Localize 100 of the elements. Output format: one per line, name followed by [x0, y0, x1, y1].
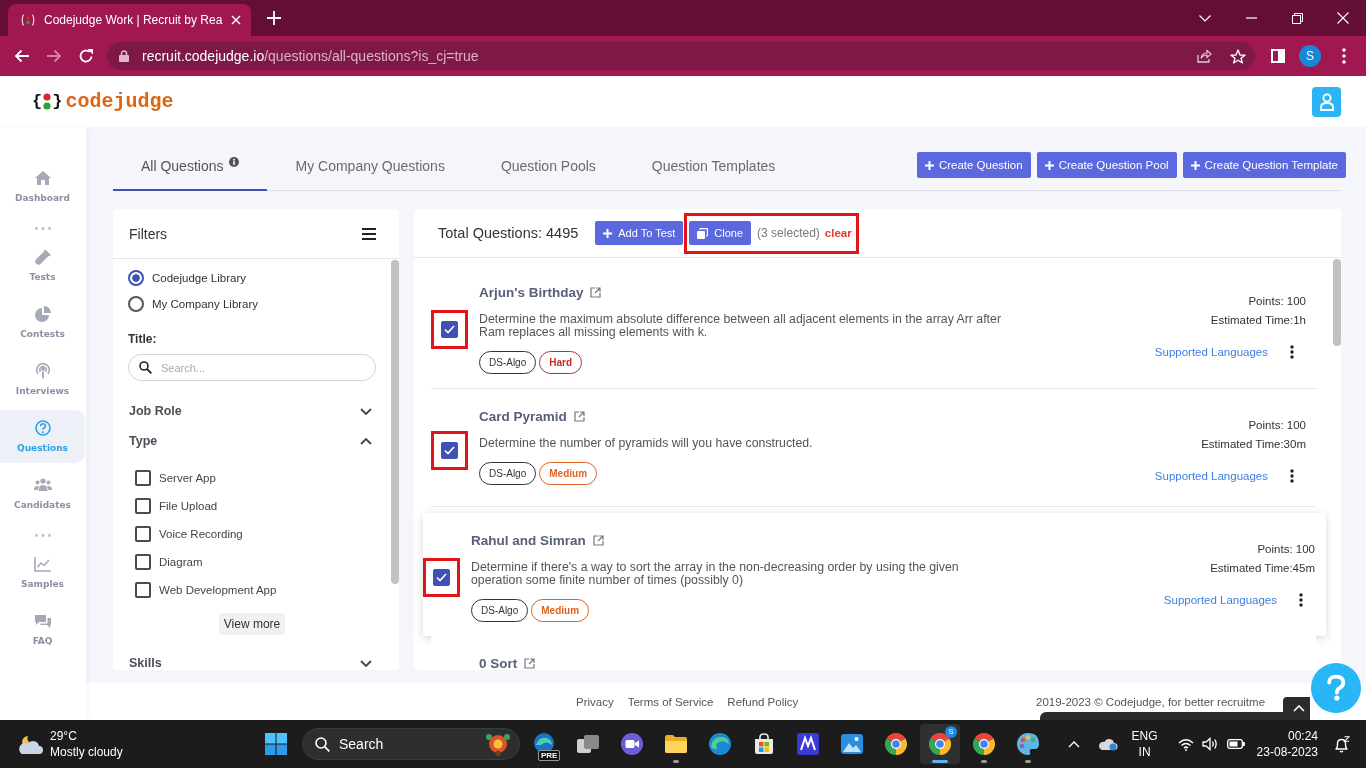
checkbox-label[interactable]: Server App [159, 472, 216, 484]
radio-label[interactable]: Codejudge Library [152, 272, 246, 284]
sidebar-item[interactable]: Contests [0, 296, 85, 349]
chevron-down-icon [360, 407, 372, 415]
close-icon[interactable] [231, 15, 242, 25]
share-icon[interactable] [1197, 49, 1212, 63]
clone-button[interactable]: Clone [689, 221, 752, 245]
search-field[interactable]: Search... [128, 354, 376, 381]
caret-up-icon[interactable] [1067, 740, 1080, 748]
more-icon[interactable] [1290, 344, 1294, 359]
filter-section-toggle[interactable]: Job Role [128, 397, 376, 425]
scrollbar[interactable] [1333, 259, 1341, 346]
supported-languages-link[interactable]: Supported Languages [1163, 593, 1277, 606]
reload-icon[interactable] [78, 48, 94, 64]
question-title[interactable]: Arjun's Birthday [479, 284, 584, 300]
question-title[interactable]: Card Pyramid [479, 408, 567, 424]
points-text: Points: 100 [1248, 294, 1306, 309]
weather-condition[interactable]: Mostly cloudy [50, 744, 123, 760]
supported-languages-link[interactable]: Supported Languages [1154, 469, 1268, 482]
menu-icon[interactable] [362, 227, 376, 240]
create-button[interactable]: Create Question Template [1182, 152, 1346, 178]
sidebar-item[interactable]: Dashboard [0, 160, 85, 213]
external-link-icon[interactable] [524, 657, 536, 669]
weather-icon[interactable] [16, 733, 44, 755]
supported-languages-link[interactable]: Supported Languages [1154, 345, 1268, 358]
checkbox-label[interactable]: File Upload [159, 500, 218, 512]
sidebar-item[interactable]: Samples [0, 546, 85, 599]
checkbox[interactable] [135, 554, 151, 570]
checkbox-label[interactable]: Web Development App [159, 584, 277, 596]
tab[interactable]: All Questions [113, 140, 268, 191]
speaker-icon[interactable] [1201, 737, 1218, 751]
question-title[interactable]: Rahul and Simran [471, 532, 586, 548]
footer-link[interactable]: Privacy [576, 695, 614, 708]
cloud-sync-icon[interactable] [1097, 737, 1118, 751]
add-to-test-button[interactable]: Add To Test [595, 221, 684, 245]
external-link-icon[interactable] [592, 534, 604, 546]
sidebar-item[interactable]: Tests [0, 239, 85, 292]
taskbar-search[interactable]: Search [302, 728, 520, 760]
new-tab-icon[interactable] [267, 11, 282, 25]
more-icon[interactable] [1342, 48, 1346, 64]
minimize-icon[interactable] [1245, 17, 1257, 19]
tab[interactable]: Question Pools [472, 140, 624, 191]
footer-link[interactable]: Terms of Service [627, 695, 714, 708]
checkbox[interactable] [441, 441, 458, 459]
sidebar-item[interactable]: Candidates [0, 467, 85, 520]
checkbox-label[interactable]: Voice Recording [159, 528, 243, 540]
temperature[interactable]: 29°C [50, 728, 123, 744]
external-link-icon[interactable] [573, 410, 585, 422]
checkbox[interactable] [135, 526, 151, 542]
view-more-button[interactable]: View more [218, 613, 286, 635]
checkbox[interactable] [433, 568, 450, 586]
address-bar[interactable]: recruit.codejudge.io/questions/all-questions?is_cj=true [107, 42, 1255, 70]
video-call-icon [620, 732, 644, 756]
question-description: Determine if there's a way to sort the array in the non-decreasing order by using the given operation some finite number of times (possibly 0) [471, 561, 960, 587]
taskbar-app[interactable]: S [920, 724, 960, 764]
sidebar-item[interactable]: FAQ [0, 603, 85, 656]
checkbox-label[interactable]: Diagram [159, 556, 203, 568]
copy-icon [697, 227, 709, 239]
total-questions: Total Questions: 4495 [438, 225, 579, 241]
windows-start-icon[interactable] [265, 733, 287, 755]
battery-icon[interactable] [1226, 739, 1245, 749]
back-icon[interactable] [14, 49, 30, 63]
url-host: recruit.codejudge.io [142, 48, 265, 64]
checkbox[interactable] [441, 320, 458, 338]
checkbox[interactable] [135, 582, 151, 598]
language-indicator[interactable]: ENG IN [1127, 728, 1162, 760]
question-title[interactable]: 0 Sort [479, 655, 518, 670]
checkbox[interactable] [135, 470, 151, 486]
star-icon[interactable] [1230, 48, 1246, 64]
clock[interactable]: 00:24 23-08-2023 [1252, 728, 1322, 760]
taskbar-app[interactable]: PRE [524, 724, 564, 764]
radio-button[interactable] [128, 296, 144, 312]
tab[interactable]: My Company Questions [267, 140, 473, 191]
scrollbar[interactable] [391, 260, 399, 584]
selected-count: (3 selected) [757, 226, 820, 240]
forward-icon[interactable] [46, 49, 62, 63]
url-path: /questions/all-questions?is_cj=true [264, 48, 479, 64]
external-link-icon[interactable] [590, 286, 602, 298]
radio-button[interactable] [128, 270, 144, 286]
filter-section-toggle[interactable]: Type [128, 427, 376, 455]
create-button[interactable]: Create Question Pool [1036, 152, 1177, 178]
side-panel-icon[interactable] [1271, 49, 1285, 63]
expand-button[interactable] [1283, 697, 1310, 720]
checkbox[interactable] [135, 498, 151, 514]
more-icon[interactable] [1299, 592, 1303, 607]
footer-link[interactable]: Refund Policy [727, 695, 799, 708]
more-icon[interactable] [1290, 468, 1294, 483]
restore-icon[interactable] [1291, 12, 1303, 24]
browser-tab[interactable]: Codejudge Work | Recruit by Rea [8, 4, 252, 36]
filter-section-toggle[interactable]: Skills [128, 649, 376, 670]
radio-label[interactable]: My Company Library [152, 298, 259, 310]
wifi-icon[interactable] [1177, 737, 1194, 751]
bell-icon[interactable] [1334, 735, 1350, 753]
sidebar-item[interactable]: Interviews [0, 353, 85, 406]
create-button[interactable]: Create Question [916, 152, 1031, 178]
tab[interactable]: Question Templates [623, 140, 804, 191]
close-icon[interactable] [1337, 12, 1349, 24]
profile-avatar[interactable]: S [1299, 45, 1321, 67]
chevron-down-icon[interactable] [1199, 14, 1211, 22]
clear-link[interactable]: clear [824, 227, 852, 239]
